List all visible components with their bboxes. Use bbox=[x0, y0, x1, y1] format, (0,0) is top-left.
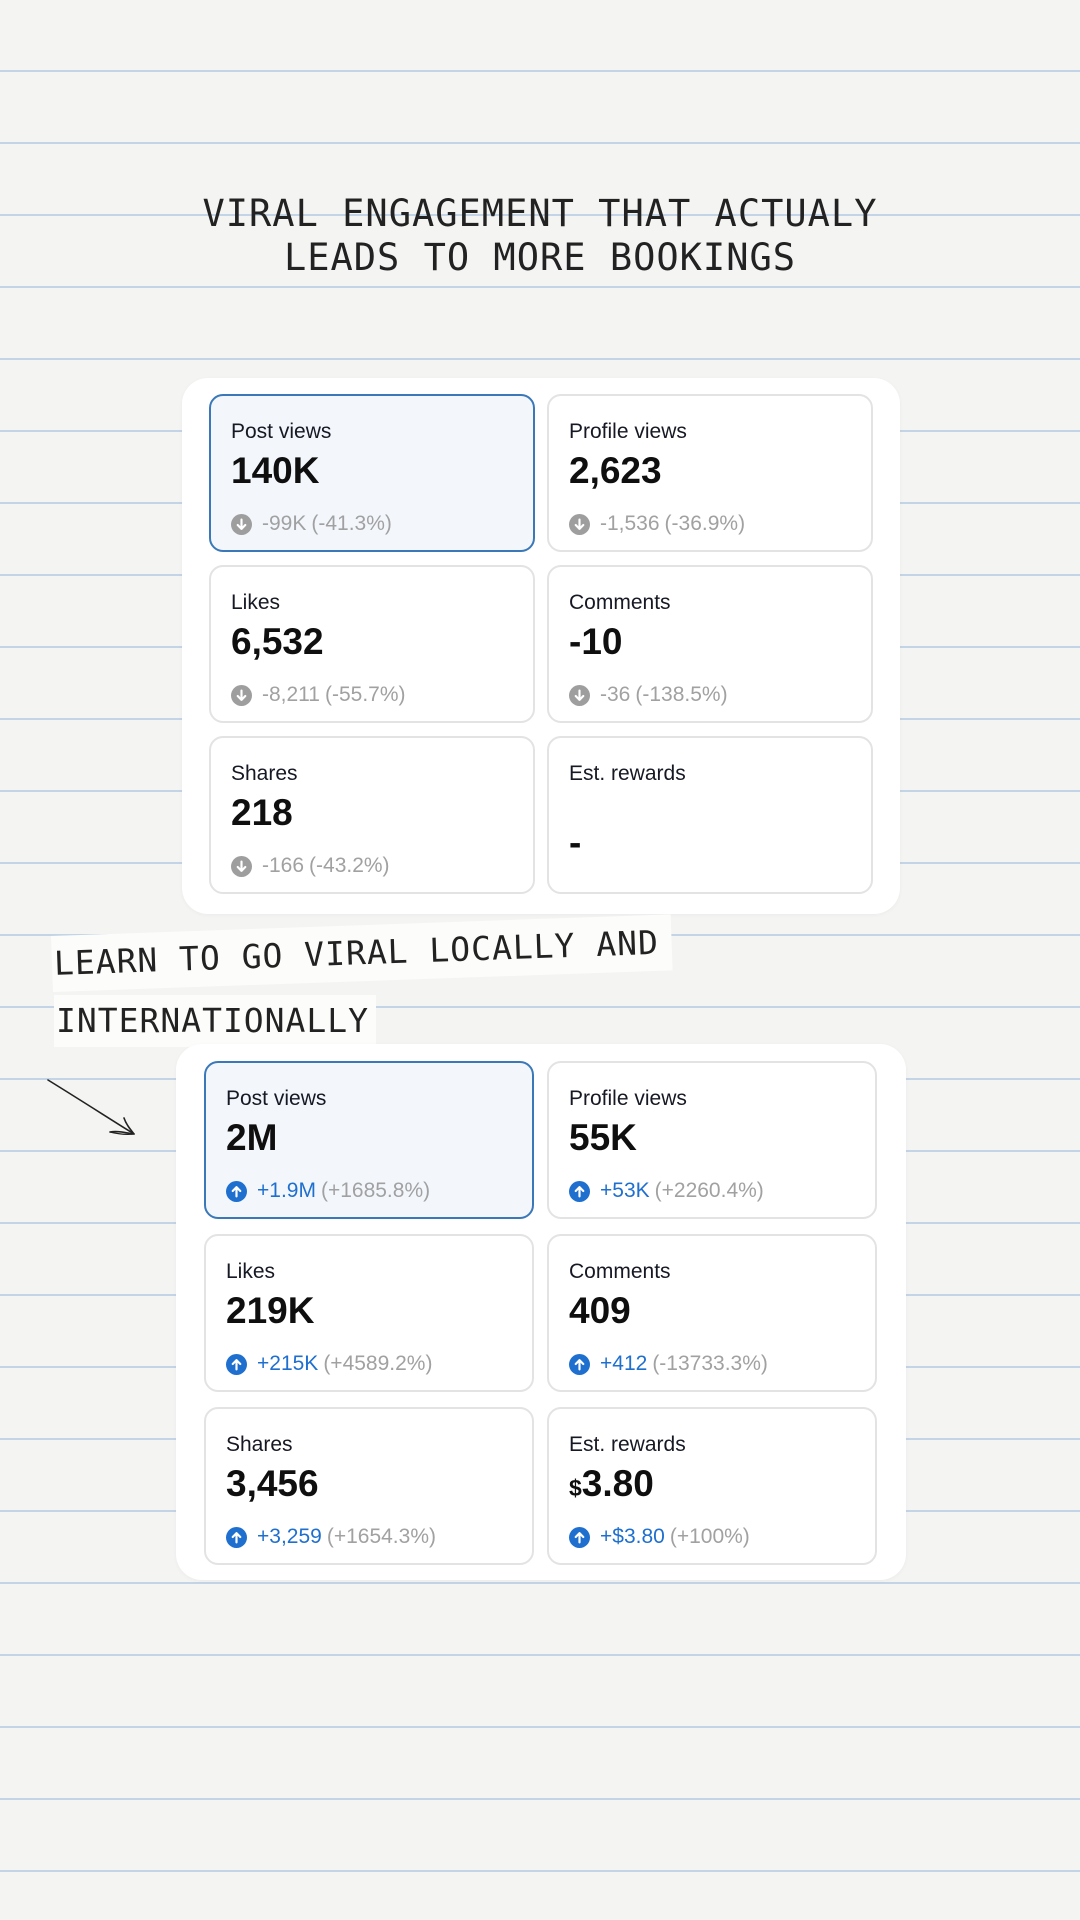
stat-label: Likes bbox=[231, 591, 281, 614]
headline-line-1: VIRAL ENGAGEMENT THAT ACTUALY bbox=[202, 192, 878, 235]
stat-label: Comments bbox=[569, 1260, 671, 1283]
stat-card-post-views[interactable]: Post views 140K -99K (-41.3%) bbox=[209, 394, 535, 552]
stat-value: 6,532 bbox=[231, 621, 324, 662]
stat-card-likes[interactable]: Likes 6,532 -8,211 (-55.7%) bbox=[209, 565, 535, 723]
stat-label: Shares bbox=[226, 1433, 293, 1456]
stat-card-likes[interactable]: Likes 219K +215K (+4589.2%) bbox=[204, 1234, 534, 1392]
stat-percent: (+2260.4%) bbox=[654, 1179, 764, 1202]
stats-panel-before: Post views 140K -99K (-41.3%) Profile vi… bbox=[182, 378, 900, 914]
stat-label: Post views bbox=[231, 420, 332, 443]
stat-change: +1.9M (+1685.8%) bbox=[226, 1179, 430, 1203]
stat-percent: (-41.3%) bbox=[311, 512, 392, 535]
stat-card-est-rewards[interactable]: Est. rewards - bbox=[547, 736, 873, 894]
stat-change: -99K (-41.3%) bbox=[231, 512, 392, 536]
stat-value: 219K bbox=[226, 1290, 315, 1331]
stat-card-post-views[interactable]: Post views 2M +1.9M (+1685.8%) bbox=[204, 1061, 534, 1219]
stat-delta: +412 bbox=[600, 1352, 648, 1375]
stat-change: +412 (-13733.3%) bbox=[569, 1352, 768, 1376]
stat-change: -166 (-43.2%) bbox=[231, 854, 390, 878]
stat-percent: (+4589.2%) bbox=[323, 1352, 433, 1375]
stat-percent: (+1685.8%) bbox=[320, 1179, 431, 1202]
note-line-1: LEARN TO GO VIRAL LOCALLY AND bbox=[51, 914, 673, 992]
stat-label: Post views bbox=[226, 1087, 327, 1110]
stat-card-shares[interactable]: Shares 3,456 +3,259 (+1654.3%) bbox=[204, 1407, 534, 1565]
stat-value: 140K bbox=[231, 450, 320, 491]
stat-change: -36 (-138.5%) bbox=[569, 683, 728, 707]
stat-label: Shares bbox=[231, 762, 298, 785]
arrow-down-circle-icon bbox=[569, 684, 590, 706]
headline-line-2: LEADS TO MORE BOOKINGS bbox=[283, 236, 797, 279]
arrow-up-circle-icon bbox=[226, 1353, 247, 1375]
stat-delta: +3,259 bbox=[257, 1525, 322, 1548]
stat-card-comments[interactable]: Comments 409 +412 (-13733.3%) bbox=[547, 1234, 877, 1392]
stat-value: 3,456 bbox=[226, 1463, 319, 1504]
arrow-up-circle-icon bbox=[226, 1180, 247, 1202]
stat-delta: +53K bbox=[600, 1179, 650, 1202]
stat-delta: +215K bbox=[257, 1352, 319, 1375]
stat-delta: +$3.80 bbox=[600, 1525, 665, 1548]
stat-value: -10 bbox=[569, 621, 623, 662]
stat-delta: -8,211 bbox=[262, 683, 320, 706]
stat-card-profile-views[interactable]: Profile views 55K +53K (+2260.4%) bbox=[547, 1061, 877, 1219]
stat-percent: (+100%) bbox=[669, 1525, 750, 1548]
stat-delta: +1.9M bbox=[257, 1179, 316, 1202]
stat-label: Est. rewards bbox=[569, 1433, 686, 1456]
stat-value: - bbox=[569, 822, 582, 863]
stat-value: 218 bbox=[231, 792, 293, 833]
stat-value: 55K bbox=[569, 1117, 637, 1158]
stat-value-amount: 3.80 bbox=[581, 1463, 654, 1504]
stat-percent: (-55.7%) bbox=[325, 683, 406, 706]
stat-card-comments[interactable]: Comments -10 -36 (-138.5%) bbox=[547, 565, 873, 723]
stat-delta: -36 bbox=[600, 683, 631, 706]
stat-change: +$3.80 (+100%) bbox=[569, 1525, 750, 1549]
arrow-down-circle-icon bbox=[231, 684, 252, 706]
currency-symbol: $ bbox=[569, 1475, 582, 1501]
stat-label: Profile views bbox=[569, 420, 687, 443]
stat-value: $3.80 bbox=[569, 1463, 654, 1505]
stat-change: +215K (+4589.2%) bbox=[226, 1352, 432, 1376]
hand-drawn-arrow-icon bbox=[47, 1079, 135, 1135]
arrow-down-circle-icon bbox=[231, 513, 252, 535]
stat-change: +3,259 (+1654.3%) bbox=[226, 1525, 436, 1549]
arrow-up-circle-icon bbox=[226, 1526, 247, 1548]
stat-value: 2,623 bbox=[569, 450, 662, 491]
stat-value: 409 bbox=[569, 1290, 631, 1331]
headline: VIRAL ENGAGEMENT THAT ACTUALY LEADS TO M… bbox=[0, 192, 1080, 280]
stat-delta: -166 bbox=[262, 854, 305, 877]
stat-label: Comments bbox=[569, 591, 671, 614]
stat-card-est-rewards[interactable]: Est. rewards $3.80 +$3.80 (+100%) bbox=[547, 1407, 877, 1565]
stat-percent: (+1654.3%) bbox=[326, 1525, 436, 1548]
stat-change: +53K (+2260.4%) bbox=[569, 1179, 764, 1203]
stat-change: -8,211 (-55.7%) bbox=[231, 683, 406, 707]
stat-percent: (-138.5%) bbox=[635, 683, 728, 706]
arrow-up-circle-icon bbox=[569, 1353, 590, 1375]
stat-percent: (-43.2%) bbox=[309, 854, 390, 877]
stat-delta: -99K bbox=[262, 512, 307, 535]
stat-label: Likes bbox=[226, 1260, 276, 1283]
note-line-2: INTERNATIONALLY bbox=[54, 995, 376, 1047]
stat-value: 2M bbox=[226, 1117, 278, 1158]
arrow-down-circle-icon bbox=[569, 513, 590, 535]
stat-card-shares[interactable]: Shares 218 -166 (-43.2%) bbox=[209, 736, 535, 894]
arrow-down-circle-icon bbox=[231, 855, 252, 877]
stat-delta: -1,536 bbox=[600, 512, 660, 535]
arrow-up-circle-icon bbox=[569, 1526, 590, 1548]
stat-percent: (-13733.3%) bbox=[652, 1352, 768, 1375]
arrow-up-circle-icon bbox=[569, 1180, 590, 1202]
stat-percent: (-36.9%) bbox=[664, 512, 746, 535]
stat-label: Est. rewards bbox=[569, 762, 686, 785]
stats-panel-after: Post views 2M +1.9M (+1685.8%) Profile v… bbox=[176, 1044, 906, 1580]
stat-label: Profile views bbox=[569, 1087, 687, 1110]
stat-card-profile-views[interactable]: Profile views 2,623 -1,536 (-36.9%) bbox=[547, 394, 873, 552]
stat-change: -1,536 (-36.9%) bbox=[569, 512, 745, 536]
